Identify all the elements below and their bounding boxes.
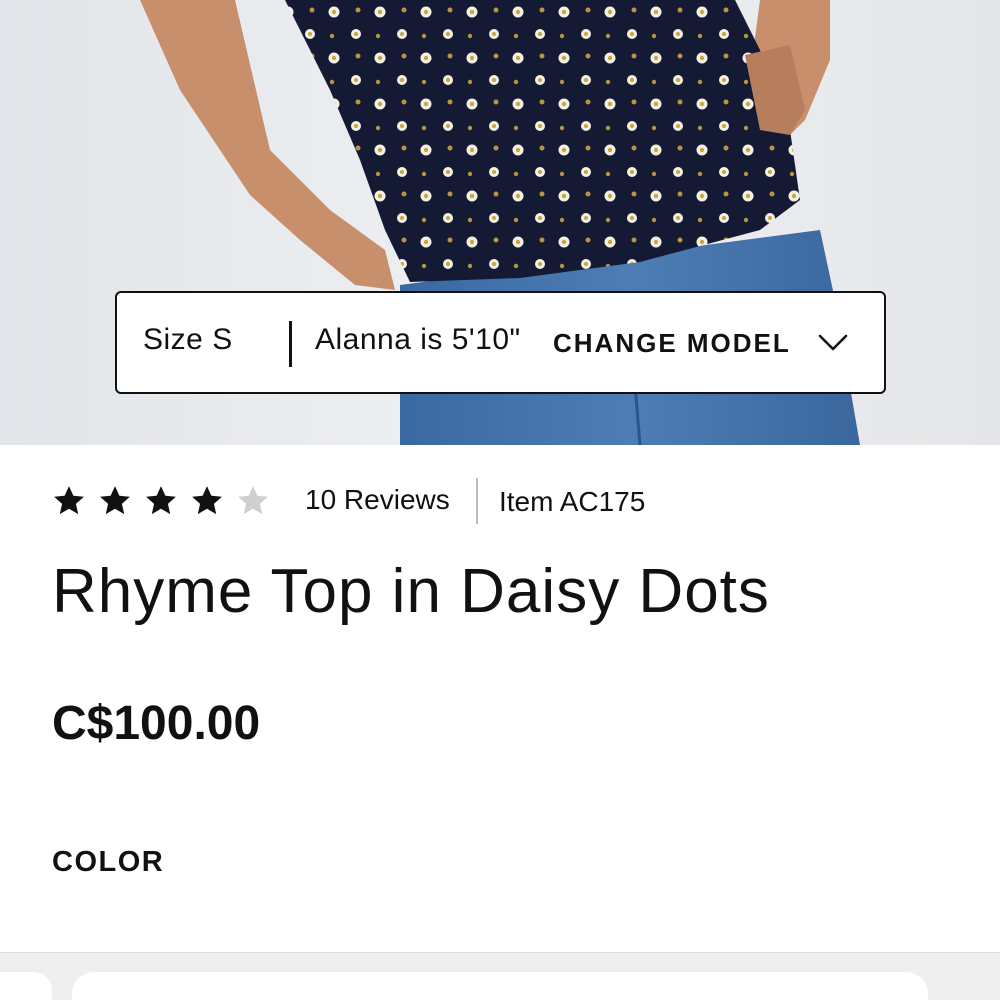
change-model-label: CHANGE MODEL: [553, 327, 791, 358]
bottom-card-left[interactable]: [0, 972, 52, 1000]
star-icon: [144, 484, 182, 520]
rating-divider: [476, 478, 478, 524]
star-icon: [52, 484, 90, 520]
star-rating[interactable]: [52, 484, 274, 520]
model-info-bar: Size S Alanna is 5'10" CHANGE MODEL: [115, 291, 886, 394]
color-label: COLOR: [52, 846, 165, 878]
product-page: Size S Alanna is 5'10" CHANGE MODEL 10 R…: [0, 0, 1000, 1000]
product-title: Rhyme Top in Daisy Dots: [52, 557, 770, 626]
star-icon: [98, 484, 136, 520]
item-number: Item AC175: [499, 486, 646, 517]
star-icon: [190, 484, 228, 520]
change-model-button[interactable]: CHANGE MODEL: [553, 313, 849, 373]
rating-row: 10 Reviews Item AC175: [52, 478, 952, 526]
reviews-link[interactable]: 10 Reviews: [305, 484, 450, 516]
model-height-label: Alanna is 5'10": [315, 323, 521, 356]
model-info-divider: [289, 321, 292, 367]
star-icon: [236, 484, 274, 520]
bottom-card-main[interactable]: [72, 972, 928, 1000]
product-price: C$100.00: [52, 697, 261, 750]
model-size-label: Size S: [143, 323, 233, 356]
chevron-down-icon: [817, 333, 849, 353]
